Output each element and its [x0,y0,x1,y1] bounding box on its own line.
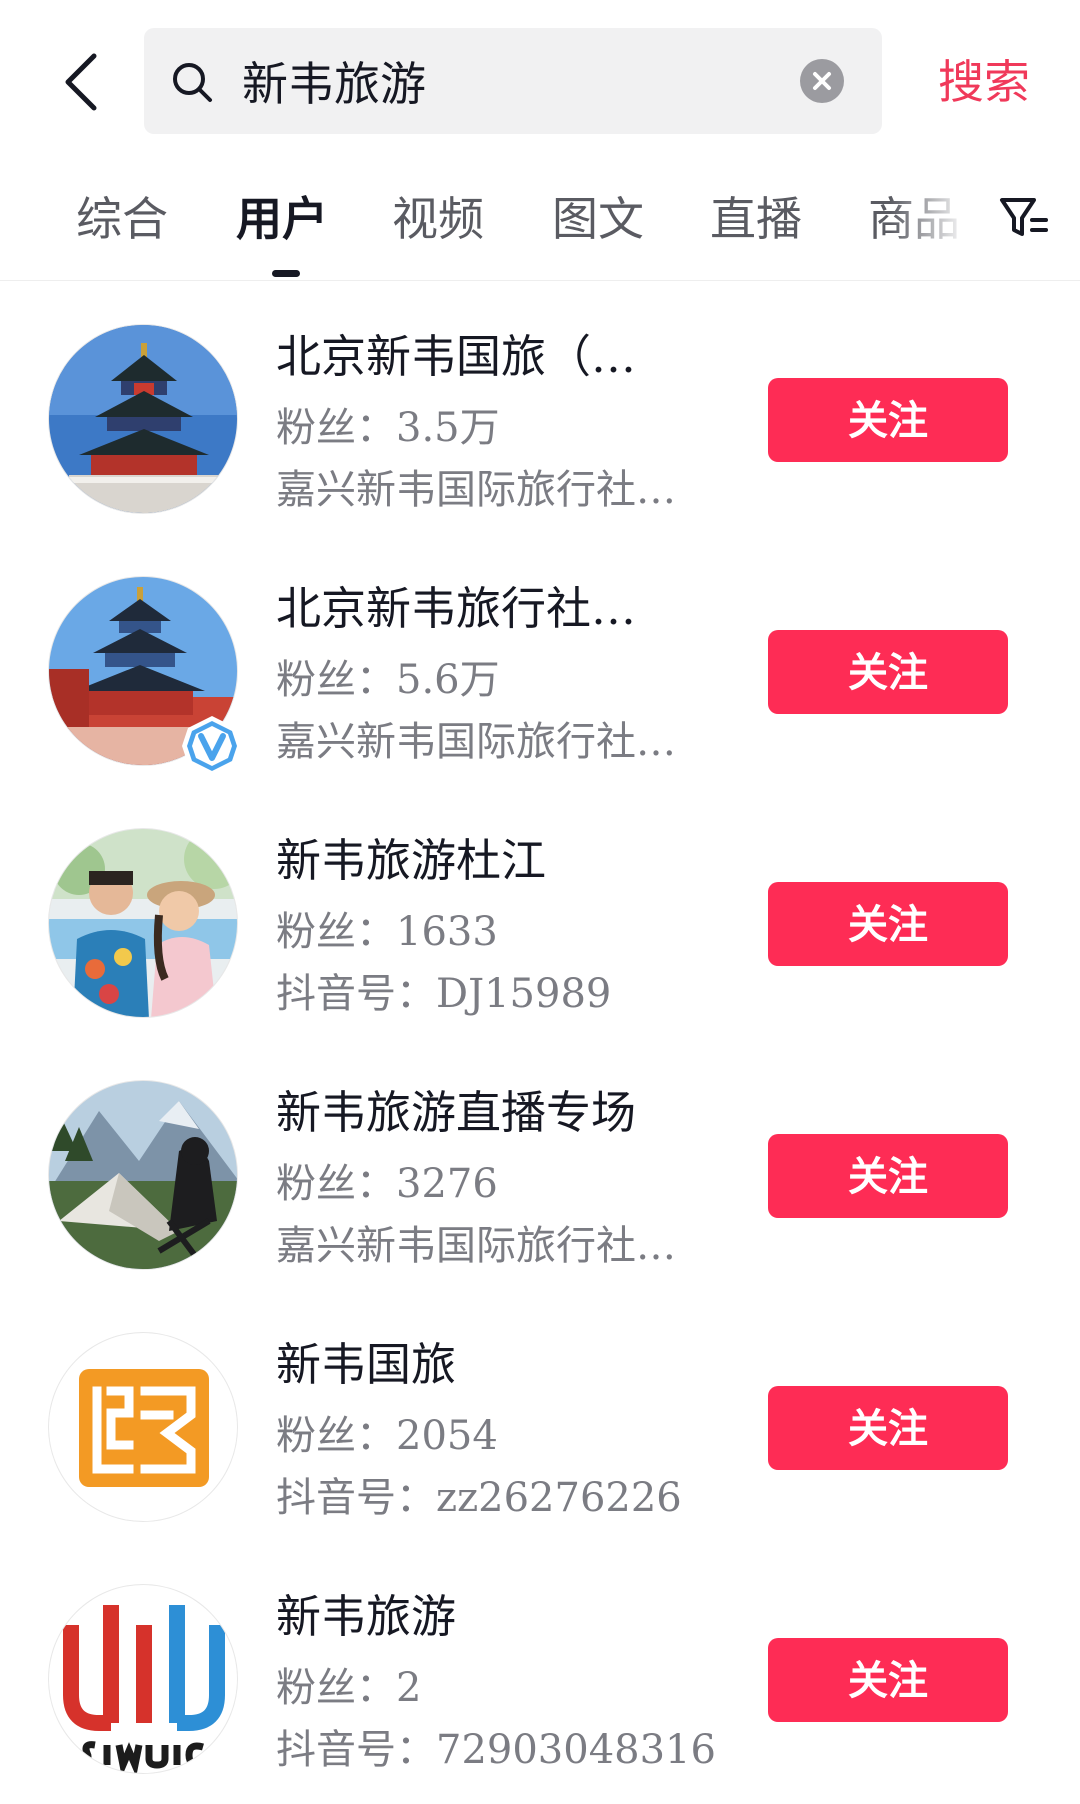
search-submit-button[interactable]: 搜索 [928,44,1040,120]
avatar[interactable] [48,1332,238,1522]
red-blue-logo-avatar [49,1585,237,1773]
chevron-left-icon [65,53,97,111]
follow-button[interactable]: 关注 [768,1638,1008,1722]
user-result-list: 北京新韦国旅（… 粉丝：3.5万 嘉兴新韦国际旅行社… 关注 北京新韦旅行社… … [0,282,1080,1794]
clear-icon [813,72,831,90]
tab-videos[interactable]: 视频 [392,184,484,254]
orange-logo-avatar [49,1333,237,1521]
user-list-item[interactable]: 新韦旅游 粉丝：2 抖音号：72903048316 关注 [0,1542,1080,1794]
follow-button[interactable]: 关注 [768,1386,1008,1470]
couple-photo-avatar [49,829,237,1017]
user-list-item[interactable]: 北京新韦国旅（… 粉丝：3.5万 嘉兴新韦国际旅行社… 关注 [0,282,1080,534]
fan-count: 粉丝：2 [276,1665,422,1711]
user-subtitle: 抖音号：DJ15989 [276,971,612,1017]
verified-badge-icon [182,716,242,776]
avatar[interactable] [48,1584,238,1774]
follow-button[interactable]: 关注 [768,882,1008,966]
tab-live[interactable]: 直播 [710,184,802,254]
avatar[interactable] [48,1080,238,1270]
user-name: 北京新韦国旅（… [276,330,637,383]
tab-comprehensive[interactable]: 综合 [76,184,168,254]
tab-users[interactable]: 用户 [236,184,328,254]
follow-button[interactable]: 关注 [768,378,1008,462]
avatar[interactable] [48,828,238,1018]
fan-count: 粉丝：1633 [276,909,498,955]
filter-icon [1000,198,1048,236]
user-name: 新韦旅游 [276,1590,457,1643]
search-input[interactable] [242,46,722,116]
avatar[interactable] [48,324,238,514]
user-subtitle: 嘉兴新韦国际旅行社… [276,719,676,765]
user-name: 北京新韦旅行社… [276,582,637,635]
fan-count: 粉丝：2054 [276,1413,498,1459]
user-list-item[interactable]: 新韦旅游杜江 粉丝：1633 抖音号：DJ15989 关注 [0,786,1080,1038]
search-icon [173,63,212,102]
filter-button[interactable] [994,188,1054,248]
fan-count: 粉丝：3276 [276,1161,498,1207]
follow-button[interactable]: 关注 [768,1134,1008,1218]
follow-button[interactable]: 关注 [768,630,1008,714]
user-list-item[interactable]: 北京新韦旅行社… 粉丝：5.6万 嘉兴新韦国际旅行社… 关注 [0,534,1080,786]
user-list-item[interactable]: 新韦旅游直播专场 粉丝：3276 嘉兴新韦国际旅行社… 关注 [0,1038,1080,1290]
search-bar[interactable] [144,28,882,134]
user-subtitle: 抖音号：72903048316 [276,1727,716,1773]
user-name: 新韦旅游直播专场 [276,1086,637,1139]
search-header: 搜索 [0,0,1080,150]
clear-search-button[interactable] [800,59,844,103]
user-subtitle: 抖音号：zz26276226 [276,1475,682,1521]
mountain-camping-avatar [49,1081,237,1269]
user-name: 新韦国旅 [276,1338,457,1391]
user-subtitle: 嘉兴新韦国际旅行社… [276,467,676,513]
tab-products[interactable]: 商品 [868,184,960,254]
temple-of-heaven-avatar [49,325,237,513]
tab-image-text[interactable]: 图文 [552,184,644,254]
result-type-tabs: 综合 用户 视频 图文 直播 商品 [0,170,1080,281]
fan-count: 粉丝：3.5万 [276,405,500,451]
fan-count: 粉丝：5.6万 [276,657,500,703]
user-subtitle: 嘉兴新韦国际旅行社… [276,1223,676,1269]
user-name: 新韦旅游杜江 [276,834,547,887]
user-list-item[interactable]: 新韦国旅 粉丝：2054 抖音号：zz26276226 关注 [0,1290,1080,1542]
active-tab-indicator [272,270,300,277]
back-button[interactable] [44,42,116,122]
